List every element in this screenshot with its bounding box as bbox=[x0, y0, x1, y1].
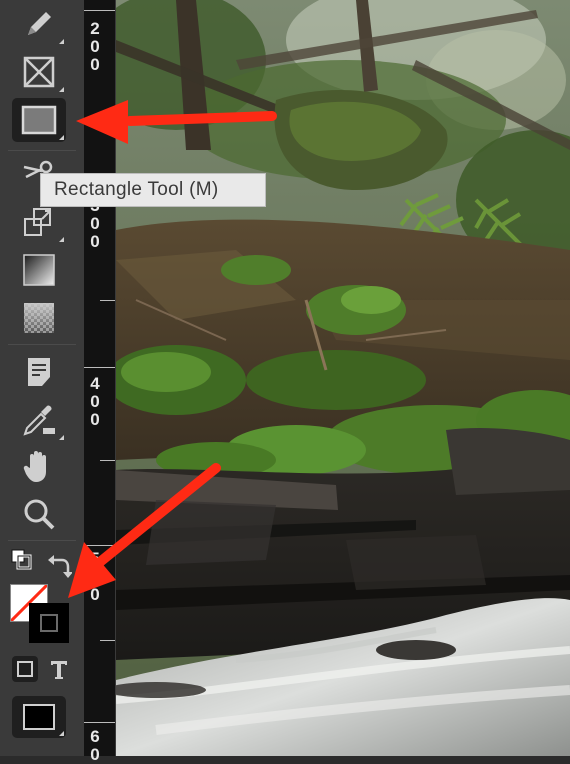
forest-stream-photo bbox=[116, 0, 570, 756]
ruler-label-400: 4 0 0 bbox=[90, 374, 100, 429]
rectangle-tool[interactable] bbox=[12, 98, 66, 142]
gradient-swatch-tool[interactable] bbox=[12, 248, 66, 292]
frame-icon bbox=[22, 55, 56, 89]
eyedropper-icon bbox=[21, 402, 57, 438]
stroke-swatch-inner bbox=[40, 614, 58, 632]
ruler-label-200: 2 0 0 bbox=[90, 19, 100, 74]
gradient-icon bbox=[22, 253, 56, 287]
format-text-button[interactable] bbox=[46, 656, 72, 682]
note-icon bbox=[22, 355, 56, 389]
swap-arrow-icon bbox=[46, 555, 73, 582]
note-tool[interactable] bbox=[12, 350, 66, 394]
transform-icon bbox=[22, 205, 56, 239]
gradient-feather-tool[interactable] bbox=[12, 296, 66, 340]
ruler-label-5: 5 bbox=[90, 549, 100, 568]
pen-tool[interactable] bbox=[12, 2, 66, 46]
feather-icon bbox=[22, 301, 56, 335]
screen-mode-icon bbox=[22, 703, 56, 731]
eyedropper-tool[interactable] bbox=[12, 398, 66, 442]
pen-icon bbox=[22, 7, 56, 41]
screen-mode-button[interactable] bbox=[12, 696, 66, 738]
container-square-icon bbox=[12, 661, 38, 686]
ruler-label-60: 6 0 bbox=[90, 727, 100, 764]
zoom-tool[interactable] bbox=[12, 492, 66, 536]
frame-tool[interactable] bbox=[12, 50, 66, 94]
tools-panel bbox=[0, 0, 85, 756]
hand-tool[interactable] bbox=[12, 444, 66, 488]
vertical-ruler[interactable]: 2 0 0 3 0 0 4 0 0 5 0 6 0 bbox=[84, 0, 116, 764]
tool-tooltip: Rectangle Tool (M) bbox=[40, 173, 266, 207]
swap-fill-stroke-button[interactable] bbox=[46, 552, 73, 578]
stroke-swatch[interactable] bbox=[29, 603, 69, 643]
ruler-label-0: 0 bbox=[90, 585, 100, 604]
document-canvas[interactable] bbox=[116, 0, 570, 756]
default-fill-stroke-button[interactable] bbox=[10, 548, 32, 570]
text-t-icon bbox=[46, 661, 72, 686]
magnifier-icon bbox=[22, 497, 56, 531]
hand-icon bbox=[22, 448, 56, 484]
default-colors-icon bbox=[10, 549, 32, 574]
rectangle-icon bbox=[21, 105, 57, 135]
format-container-button[interactable] bbox=[12, 656, 38, 682]
